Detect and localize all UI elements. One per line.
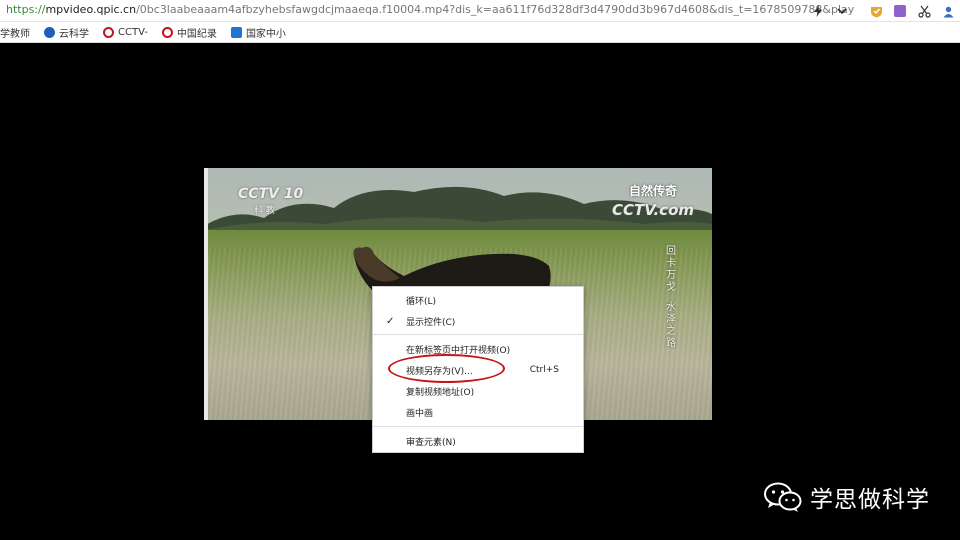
program-logo-main: CCTV.com	[611, 201, 694, 219]
menu-item-label: 显示控件(C)	[406, 317, 456, 328]
wechat-icon	[764, 482, 802, 512]
bookmark-label: 国家中小	[245, 28, 286, 40]
menu-separator	[373, 334, 583, 335]
url-path: /0bc3laabeaaam4afbzyhebsfawgdcjmaaeqa.f1…	[136, 3, 855, 16]
menu-item-label: 循环(L)	[406, 296, 437, 307]
address-bar[interactable]: https://mpvideo.qpic.cn/0bc3laabeaaam4af…	[0, 0, 960, 22]
bookmark-item[interactable]: 国家中小	[230, 25, 286, 40]
lightning-icon[interactable]	[806, 0, 830, 22]
bookmark-label: 云科学	[59, 28, 89, 40]
chevron-down-icon[interactable]	[830, 0, 854, 22]
screen: https://mpvideo.qpic.cn/0bc3laabeaaam4af…	[0, 0, 960, 540]
menu-item-shortcut: Ctrl+S	[529, 365, 559, 375]
cloud-icon	[44, 26, 55, 38]
cctv-logo-icon	[161, 26, 173, 38]
video-edge	[204, 168, 208, 420]
channel-logo: CCTV 10 科 教	[238, 186, 304, 216]
menu-item-label: 复制视频地址(O)	[406, 387, 475, 398]
bookmarks-bar: 学教师 云科学 CCTV- 中国纪录 国家中小	[0, 22, 960, 43]
check-icon: ✓	[386, 315, 395, 327]
menu-item-inspect[interactable]: 审查元素(N)	[373, 431, 583, 451]
watermark-text: 学思做科学	[810, 487, 930, 513]
channel-logo-sub: 科 教	[254, 206, 275, 216]
address-bar-icons	[806, 0, 960, 22]
channel-logo-main: CCTV 10	[238, 186, 304, 202]
program-logo-title: 自然传奇	[628, 184, 677, 198]
watermark: 学思做科学	[764, 480, 930, 514]
bookmark-label: 中国纪录	[176, 28, 217, 40]
cctv-logo-icon	[103, 26, 114, 38]
bookmark-item[interactable]: 中国纪录	[161, 25, 217, 40]
menu-item-loop[interactable]: 循环(L)	[373, 290, 583, 310]
bookmark-item[interactable]: CCTV-	[103, 26, 148, 38]
menu-separator	[373, 426, 583, 427]
menu-item-copy-video-address[interactable]: 复制视频地址(O)	[373, 381, 583, 401]
bookmark-label: 学教师	[0, 28, 30, 40]
extension-icon[interactable]	[864, 0, 888, 22]
bookmark-item[interactable]: 云科学	[44, 25, 89, 40]
video-caption-vertical: 水泽之路	[666, 302, 676, 349]
extension-icon[interactable]	[888, 0, 912, 22]
program-logo: 自然传奇 CCTV.com	[612, 182, 694, 219]
url-text[interactable]: https://mpvideo.qpic.cn/0bc3laabeaaam4af…	[6, 3, 854, 16]
url-scheme: https://	[6, 3, 46, 16]
bookmark-item[interactable]: 学教师	[0, 25, 30, 40]
video-caption-vertical: 回卡万戈	[666, 246, 676, 293]
highlight-ring	[388, 354, 505, 383]
cloud-icon	[230, 26, 242, 38]
bookmark-label: CCTV-	[118, 26, 148, 38]
user-icon[interactable]	[936, 0, 960, 22]
menu-item-label: 审查元素(N)	[406, 437, 456, 448]
menu-item-show-controls[interactable]: ✓ 显示控件(C)	[373, 311, 583, 331]
menu-item-picture-in-picture[interactable]: 画中画	[373, 402, 583, 422]
menu-item-label: 画中画	[406, 408, 434, 419]
divider	[854, 0, 864, 22]
scissors-icon[interactable]	[912, 0, 936, 22]
url-host: mpvideo.qpic.cn	[45, 3, 137, 16]
